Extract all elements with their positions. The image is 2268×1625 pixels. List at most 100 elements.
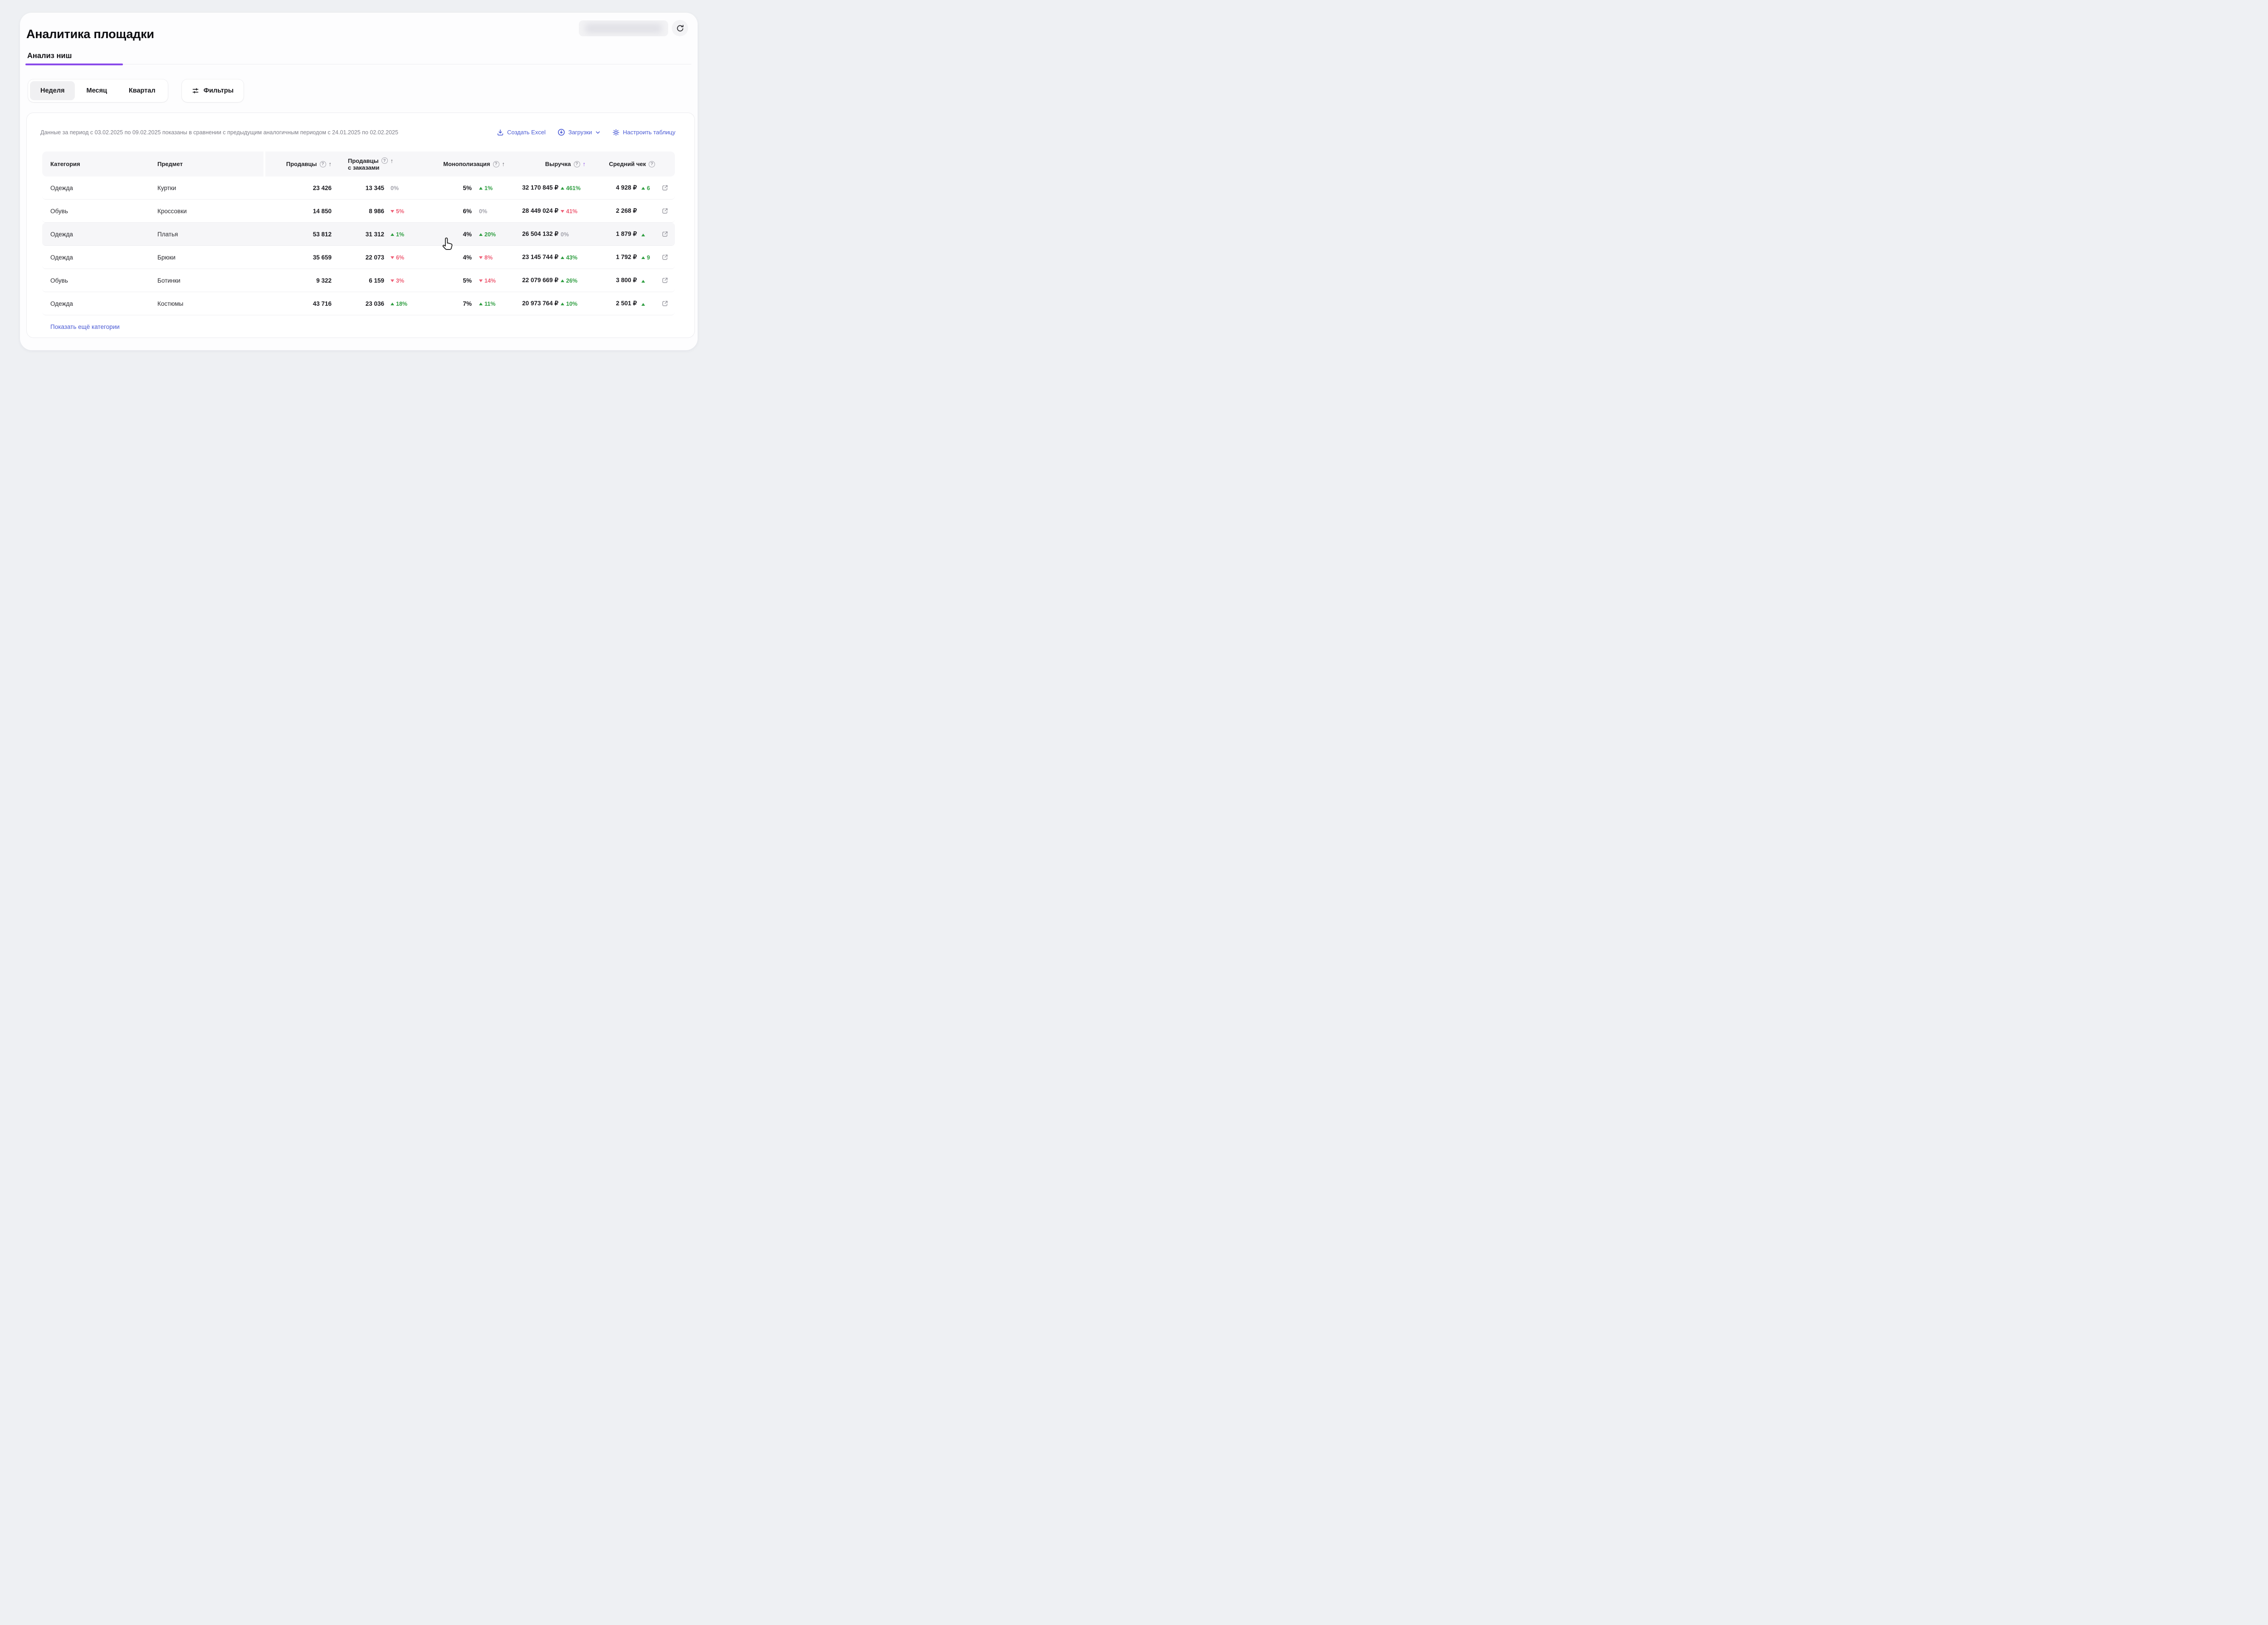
monopolization-value: 4% — [419, 231, 472, 238]
revenue-change: 43% — [558, 254, 591, 261]
table-row[interactable]: Одежда Куртки 23 426 13 345 0% 5% 1% 32 … — [42, 176, 675, 200]
create-excel-label: Создать Excel — [507, 129, 546, 136]
sellers-with-orders-change: 6% — [384, 254, 419, 261]
sellers-with-orders-value: 8 986 — [332, 208, 384, 215]
column-header-category[interactable]: Категория — [50, 161, 157, 167]
download-circle-icon — [557, 128, 565, 136]
open-external-button[interactable] — [661, 207, 669, 215]
help-icon[interactable]: ? — [493, 161, 499, 167]
column-header-monopolization[interactable]: Монополизация ? ↑ — [419, 161, 506, 167]
downloads-label: Загрузки — [568, 129, 592, 136]
external-link-icon — [661, 207, 669, 215]
chevron-down-icon — [595, 130, 601, 135]
triangle-up-icon — [479, 187, 483, 190]
page: Аналитика площадки Анализ ниш — [0, 0, 711, 370]
sellers-value: 14 850 — [246, 208, 332, 215]
open-external-button[interactable] — [661, 277, 669, 284]
column-header-avg-check[interactable]: Средний чек ? — [591, 161, 655, 167]
subject-cell: Куртки — [157, 185, 246, 191]
sticky-column-divider — [264, 152, 265, 176]
controls-row: Неделя Месяц Квартал Фильтры — [28, 79, 244, 102]
triangle-down-icon — [479, 256, 483, 259]
create-excel-button[interactable]: Создать Excel — [497, 129, 546, 136]
change-down-badge: 41% — [561, 208, 577, 215]
table-row[interactable]: Одежда Брюки 35 659 22 073 6% 4% 8% 23 1… — [42, 246, 675, 269]
change-up-badge: 461% — [561, 185, 581, 191]
revenue-value: 32 170 845 ₽ — [506, 184, 558, 191]
triangle-up-icon — [391, 303, 394, 305]
triangle-up-icon — [561, 187, 564, 190]
segment-month[interactable]: Месяц — [76, 81, 117, 100]
triangle-up-icon — [561, 303, 564, 305]
sellers-value: 35 659 — [246, 254, 332, 261]
help-icon[interactable]: ? — [649, 161, 655, 167]
monopolization-value: 5% — [419, 185, 472, 191]
sort-arrow-icon[interactable]: ↑ — [502, 161, 505, 167]
category-cell: Одежда — [50, 231, 157, 238]
open-external-button[interactable] — [661, 300, 669, 307]
avg-check-change: 9 — [637, 254, 655, 261]
open-external-button[interactable] — [661, 230, 669, 238]
help-icon[interactable]: ? — [381, 157, 388, 164]
change-up-badge: 1% — [391, 231, 404, 238]
sort-arrow-icon-active[interactable]: ↑ — [583, 161, 586, 167]
help-icon[interactable]: ? — [574, 161, 580, 167]
blurred-text — [585, 24, 662, 33]
table-row[interactable]: Одежда Платья 53 812 31 312 1% 4% 20% 26… — [42, 223, 675, 246]
segment-week[interactable]: Неделя — [30, 81, 75, 100]
avg-check-change: 6 — [637, 184, 655, 191]
help-icon[interactable]: ? — [320, 161, 326, 167]
gear-icon — [612, 129, 620, 136]
revenue-value: 26 504 132 ₽ — [506, 230, 558, 238]
revenue-change: 41% — [558, 207, 591, 215]
column-header-revenue[interactable]: Выручка ? ↑ — [506, 161, 591, 167]
tab-niche-analysis[interactable]: Анализ ниш — [27, 49, 72, 64]
triangle-up-icon — [561, 279, 564, 282]
downloads-button[interactable]: Загрузки — [557, 128, 601, 136]
table-row[interactable]: Обувь Кроссовки 14 850 8 986 5% 6% 0% 28… — [42, 200, 675, 223]
open-external-button[interactable] — [661, 184, 669, 191]
monopolization-value: 7% — [419, 300, 472, 307]
change-up-badge: 26% — [561, 278, 577, 284]
revenue-value: 23 145 744 ₽ — [506, 254, 558, 261]
subject-cell: Ботинки — [157, 277, 246, 284]
change-down-badge: 3% — [391, 278, 404, 284]
table-settings-label: Настроить таблицу — [623, 129, 675, 136]
sellers-with-orders-value: 13 345 — [332, 185, 384, 191]
download-icon — [497, 129, 504, 136]
sellers-with-orders-value: 23 036 — [332, 300, 384, 307]
sellers-value: 23 426 — [246, 185, 332, 191]
triangle-up-icon — [641, 303, 645, 306]
change-up-badge: 43% — [561, 255, 577, 261]
revenue-value: 22 079 669 ₽ — [506, 277, 558, 284]
change-neutral-badge: 0% — [479, 208, 487, 215]
table-settings-button[interactable]: Настроить таблицу — [612, 129, 675, 136]
sellers-with-orders-value: 6 159 — [332, 277, 384, 284]
sellers-value: 9 322 — [246, 277, 332, 284]
filters-button[interactable]: Фильтры — [182, 79, 244, 102]
segment-quarter[interactable]: Квартал — [118, 81, 166, 100]
triangle-up-icon — [641, 280, 645, 283]
show-more-link[interactable]: Показать ещё категории — [50, 323, 120, 330]
redacted-account-info — [579, 20, 668, 36]
monopolization-value: 5% — [419, 277, 472, 284]
triangle-up-icon — [479, 303, 483, 305]
change-neutral-badge: 0% — [391, 185, 399, 191]
sellers-value: 43 716 — [246, 300, 332, 307]
change-up-badge: 11% — [479, 301, 495, 307]
subject-cell: Кроссовки — [157, 208, 246, 215]
column-header-sellers-with-orders[interactable]: Продавцы ? ↑ с заказами — [332, 157, 419, 171]
table-row[interactable]: Одежда Костюмы 43 716 23 036 18% 7% 11% … — [42, 292, 675, 315]
open-external-button[interactable] — [661, 254, 669, 261]
monopolization-change: 0% — [472, 208, 506, 215]
sort-arrow-icon[interactable]: ↑ — [391, 158, 394, 164]
filters-label: Фильтры — [204, 87, 234, 94]
external-link-icon — [661, 230, 669, 238]
table-row[interactable]: Обувь Ботинки 9 322 6 159 3% 5% 14% 22 0… — [42, 269, 675, 292]
category-cell: Одежда — [50, 300, 157, 307]
refresh-button[interactable] — [672, 20, 688, 36]
change-up-badge: 1% — [479, 185, 493, 191]
column-header-sellers[interactable]: Продавцы ? ↑ — [246, 161, 332, 167]
change-down-badge: 5% — [391, 208, 404, 215]
column-header-subject[interactable]: Предмет — [157, 161, 246, 167]
